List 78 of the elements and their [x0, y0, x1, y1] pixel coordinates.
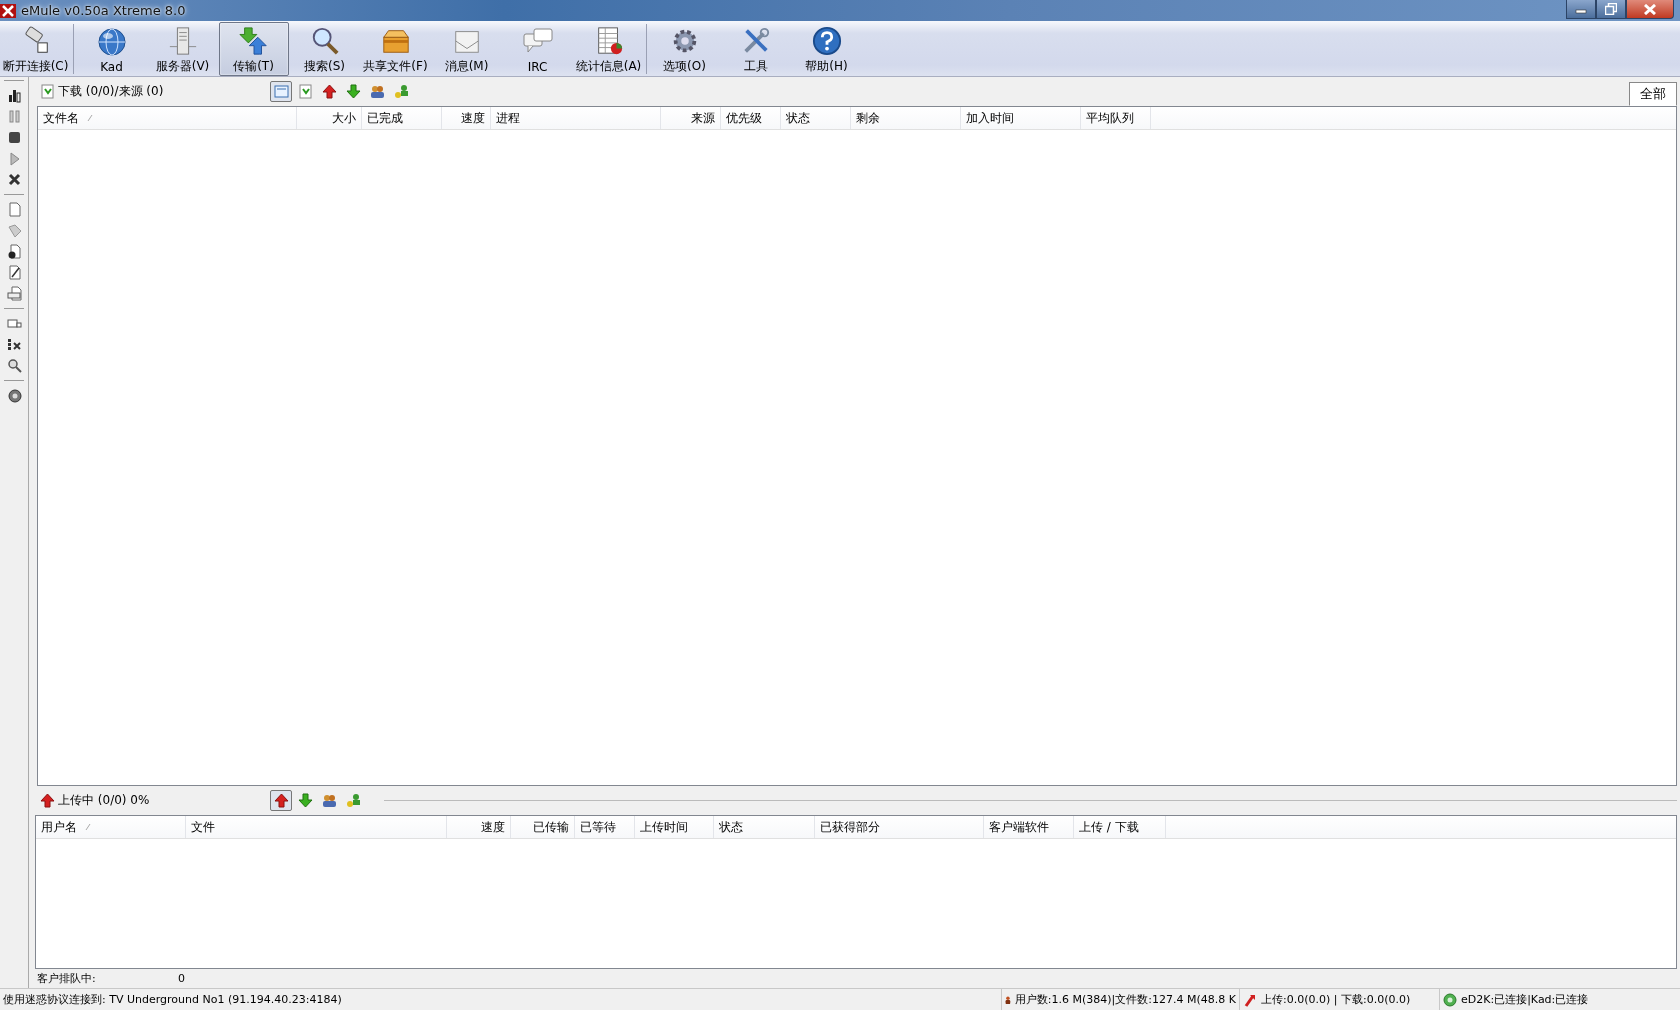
section-title: 上传中 (0/0) 0% — [58, 792, 150, 809]
transfer-rate: 上传:0.0(0.0) | 下载:0.0(0.0) — [1261, 992, 1411, 1007]
server-status: 使用迷惑协议连接到: TV Underground No1 (91.194.40.23:4184) — [3, 992, 342, 1007]
tag-icon[interactable] — [6, 223, 22, 238]
globe-icon[interactable] — [6, 388, 22, 403]
stop-icon[interactable] — [6, 130, 22, 145]
column-header[interactable]: 已获得部分 — [815, 816, 984, 838]
section-title: 下载 (0/0)/来源 (0) — [58, 83, 164, 100]
bar-chart-icon[interactable] — [6, 88, 22, 103]
filter-button[interactable]: 全部 — [1629, 82, 1677, 106]
column-header[interactable]: 优先级 — [721, 107, 781, 129]
restore-button[interactable] — [1596, 0, 1626, 19]
app-logo-icon — [0, 3, 16, 18]
column-header[interactable]: 平均队列 — [1081, 107, 1151, 129]
column-header[interactable]: 剩余 — [851, 107, 961, 129]
network-status: eD2K:已连接|Kad:已连接 — [1461, 992, 1589, 1007]
connected-users-icon — [393, 84, 409, 99]
document-icon[interactable] — [6, 202, 22, 217]
connected-users-icon — [345, 793, 361, 808]
toolbar-button[interactable]: 帮助(H) — [791, 22, 862, 76]
column-header[interactable]: 已完成 — [362, 107, 442, 129]
sort-icon — [85, 823, 91, 831]
users-files-count: 用户数:1.6 M(384)|文件数:127.4 M(48.8 K — [1014, 992, 1236, 1007]
network-globe-icon — [1443, 992, 1457, 1007]
upload-arrow-icon — [321, 84, 337, 99]
column-header[interactable]: 速度 — [447, 816, 511, 838]
column-header[interactable]: 用户名 — [36, 816, 186, 838]
file-info-icon[interactable] — [6, 244, 22, 259]
queue-label: 客户排队中: — [37, 971, 97, 986]
sort-icon — [87, 114, 93, 122]
column-header[interactable]: 大小 — [297, 107, 362, 129]
minimize-button[interactable] — [1566, 0, 1596, 19]
toolbar-button[interactable]: IRC — [502, 22, 573, 76]
toolbar-button[interactable]: 共享文件(F) — [360, 22, 431, 76]
close-icon — [1643, 3, 1657, 15]
column-header[interactable]: 已等待 — [575, 816, 635, 838]
view-button[interactable] — [270, 81, 292, 102]
rename-file-icon[interactable] — [6, 265, 22, 280]
toolbar-button[interactable]: 搜索(S) — [289, 22, 360, 76]
cancel-icon[interactable] — [6, 172, 22, 187]
toolbar-button[interactable]: 消息(M) — [431, 22, 502, 76]
text-field-icon[interactable] — [6, 316, 22, 331]
pause-icon[interactable] — [6, 109, 22, 124]
view-button[interactable] — [270, 790, 292, 811]
upload-arrow-icon — [40, 793, 55, 808]
column-header[interactable]: 加入时间 — [961, 107, 1081, 129]
column-header[interactable]: 文件名 — [38, 107, 297, 129]
globe-icon — [95, 26, 128, 58]
column-header[interactable]: 速度 — [442, 107, 491, 129]
toolbar-button[interactable]: 工具 — [720, 22, 791, 76]
column-header[interactable]: 客户端软件 — [984, 816, 1074, 838]
toolbar-button[interactable]: 选项(O) — [649, 22, 720, 76]
list-view-icon — [273, 84, 289, 99]
upload-arrow-icon — [273, 793, 289, 808]
close-button[interactable] — [1626, 0, 1674, 19]
column-header[interactable]: 已传输 — [511, 816, 575, 838]
window-title: eMule v0.50a Xtreme 8.0 — [21, 3, 186, 18]
toolbar-button[interactable]: 传输(T) — [218, 22, 289, 76]
help-icon — [810, 26, 843, 56]
column-header[interactable]: 来源 — [661, 107, 721, 129]
queue-count: 0 — [178, 972, 185, 985]
users-icon — [321, 793, 337, 808]
restore-icon — [1605, 3, 1617, 15]
column-header[interactable]: 状态 — [781, 107, 851, 129]
column-header[interactable]: 进程 — [491, 107, 661, 129]
download-arrow-icon — [297, 793, 313, 808]
column-header[interactable]: 上传时间 — [635, 816, 714, 838]
column-header[interactable]: 状态 — [714, 816, 815, 838]
find-user-icon[interactable] — [6, 358, 22, 373]
list-delete-icon[interactable] — [6, 337, 22, 352]
toolbar-button[interactable]: 服务器(V) — [147, 22, 218, 76]
toolbar-button[interactable]: 断开连接(C) — [0, 22, 71, 76]
toolbar-button[interactable]: Kad — [76, 22, 147, 76]
toolbar-button[interactable]: 统计信息(A) — [573, 22, 644, 76]
download-arrow-icon — [345, 84, 361, 99]
column-header[interactable]: 文件 — [186, 816, 447, 838]
users-icon — [369, 84, 385, 99]
column-header[interactable]: 上传 / 下载 — [1074, 816, 1166, 838]
